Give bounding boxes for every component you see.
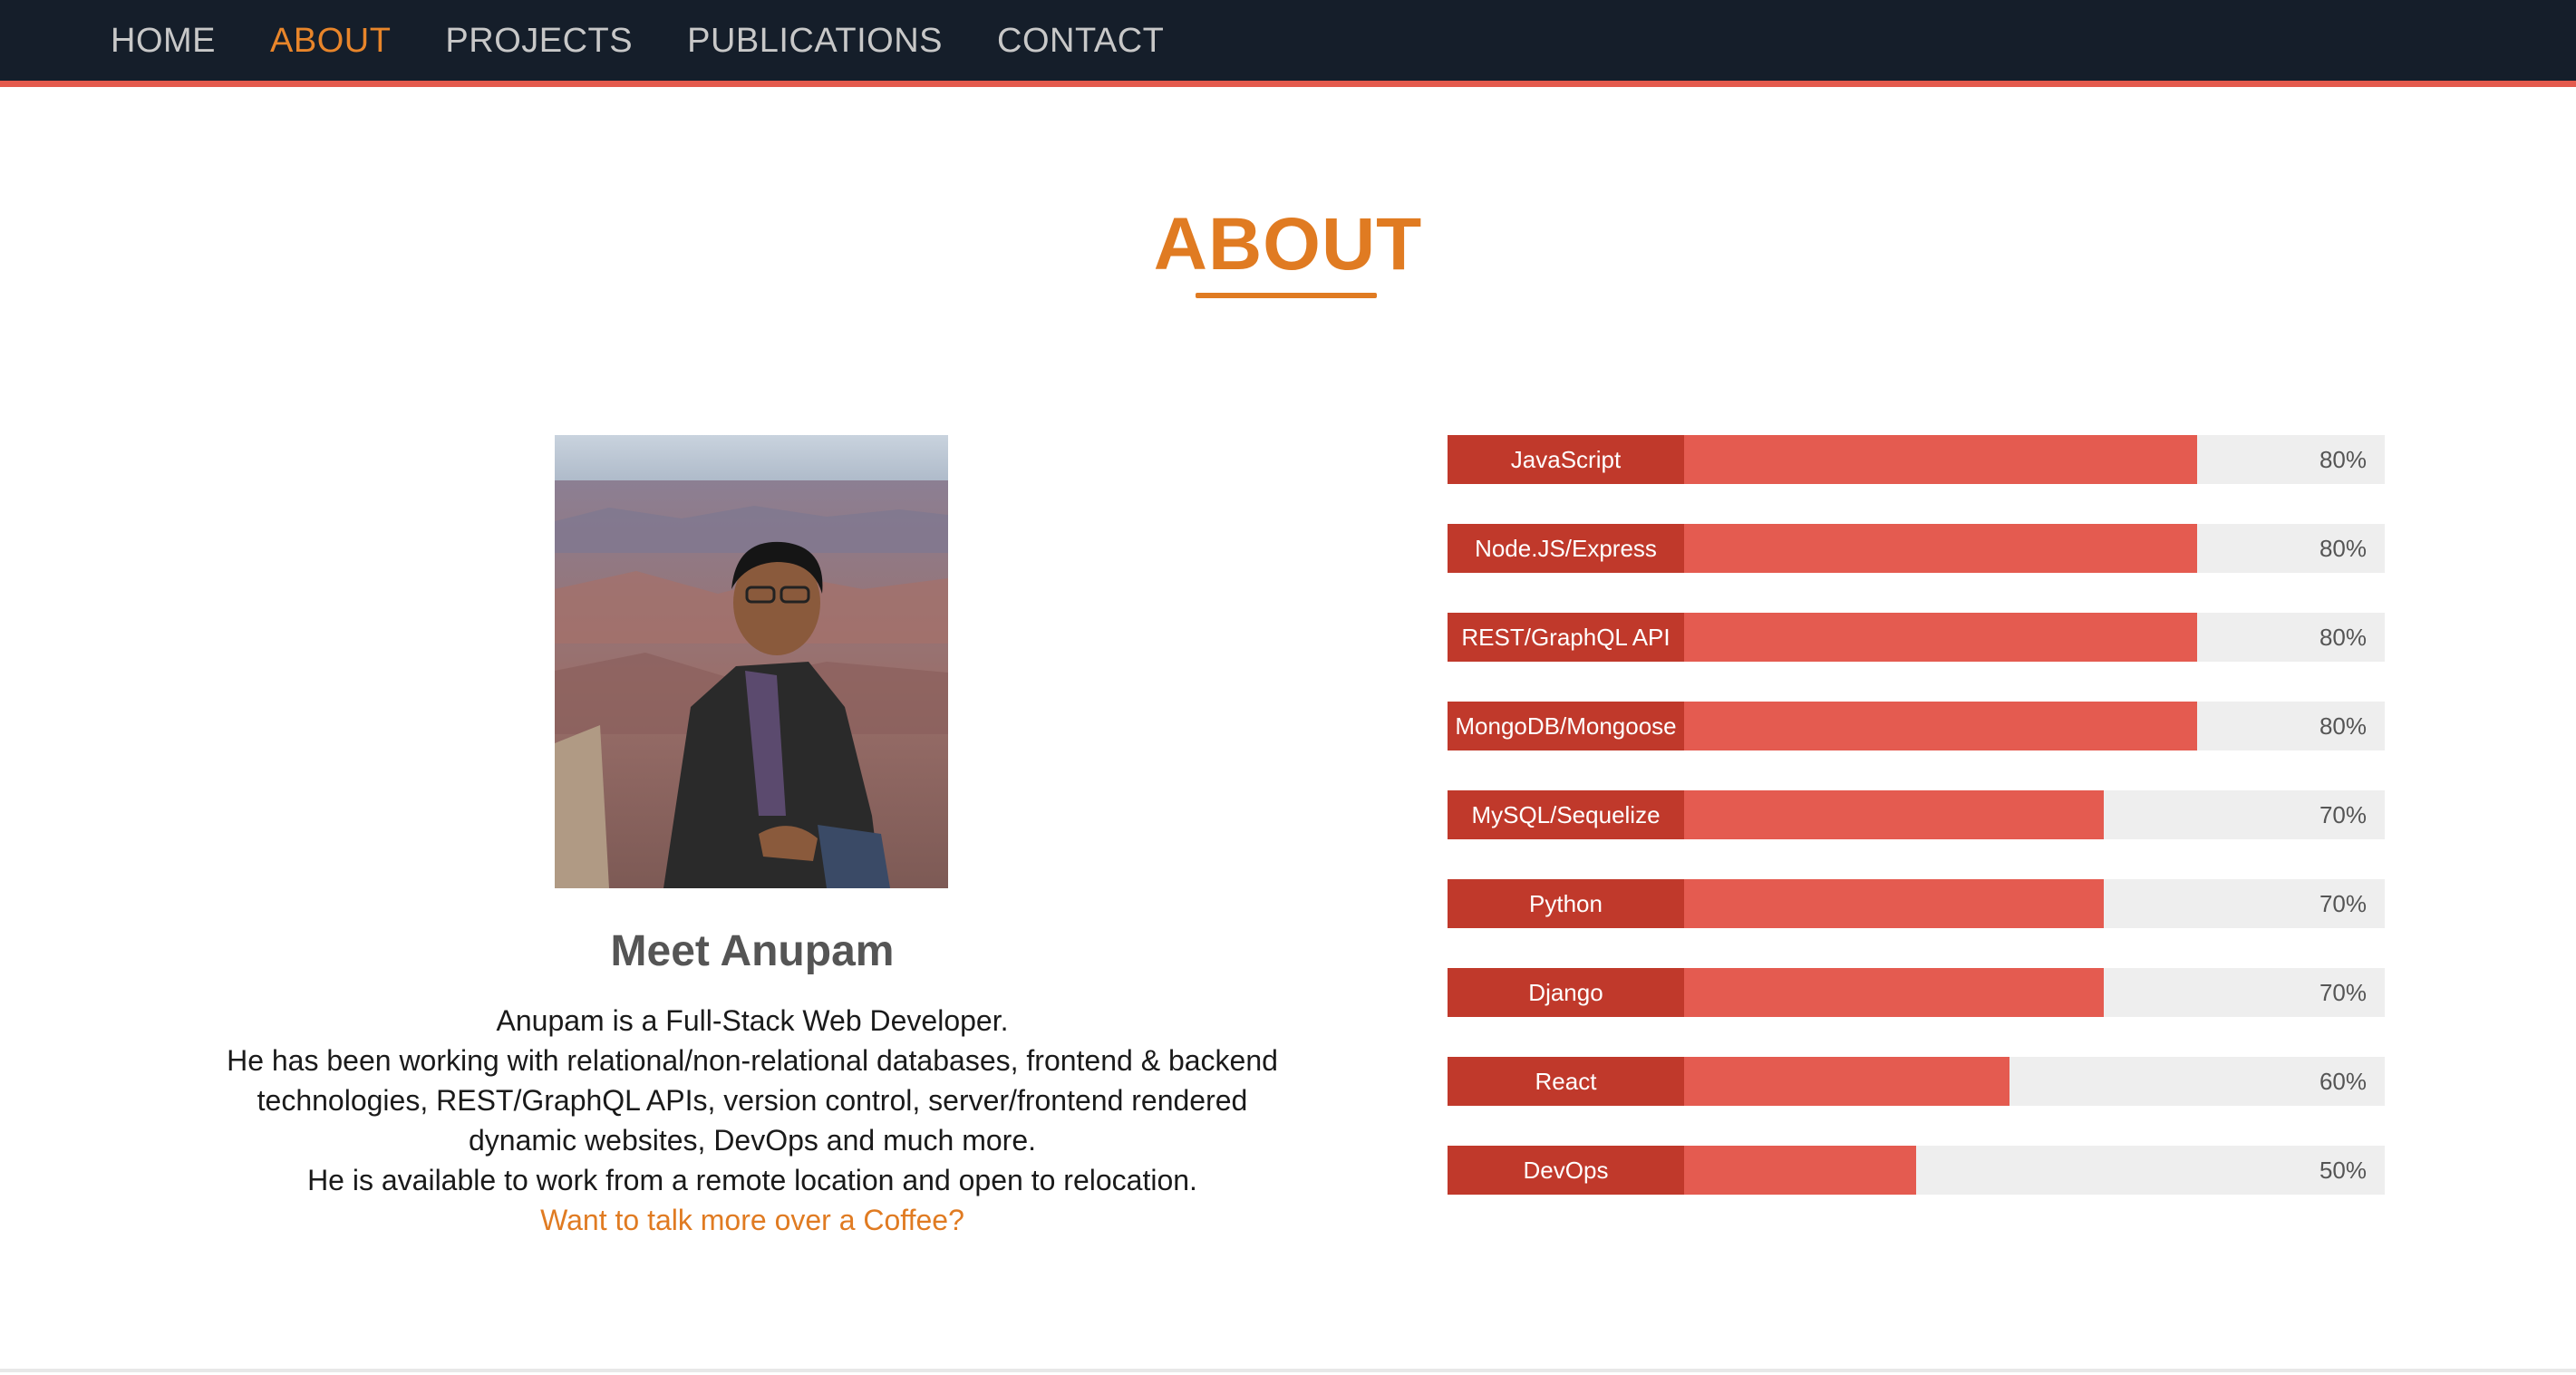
skill-label: Node.JS/Express [1448, 524, 1684, 573]
bio-line-2: He has been working with relational/non-… [227, 1044, 1278, 1157]
skill-label: Python [1448, 879, 1684, 928]
title-underline [1196, 293, 1377, 298]
skill-bar: Python 70% [1448, 879, 2385, 928]
nav-link-about[interactable]: ABOUT [270, 20, 391, 62]
skill-label: Django [1448, 968, 1684, 1017]
skill-percent: 80% [2319, 624, 2367, 651]
bio-line-1: Anupam is a Full-Stack Web Developer. [496, 1004, 1009, 1037]
skill-label: JavaScript [1448, 435, 1684, 484]
nav-link-projects[interactable]: PROJECTS [445, 20, 633, 62]
skill-percent: 50% [2319, 1157, 2367, 1184]
skill-bar: REST/GraphQL API 80% [1448, 613, 2385, 662]
skill-bar: Node.JS/Express 80% [1448, 524, 2385, 573]
skill-label: MySQL/Sequelize [1448, 790, 1684, 839]
skill-percent: 70% [2319, 801, 2367, 828]
nav-link-publications[interactable]: PUBLICATIONS [687, 20, 943, 62]
meet-heading: Meet Anupam [610, 927, 895, 975]
skill-bar: Django 70% [1448, 968, 2385, 1017]
section-title: ABOUT [1153, 203, 1423, 286]
skill-percent: 70% [2319, 979, 2367, 1006]
skill-bar: MySQL/Sequelize 70% [1448, 790, 2385, 839]
bio-line-3: He is available to work from a remote lo… [307, 1164, 1197, 1196]
skill-bar: MongoDB/Mongoose 80% [1448, 702, 2385, 750]
footer-divider [0, 1369, 2576, 1372]
skill-percent: 80% [2319, 712, 2367, 740]
skill-percent: 60% [2319, 1068, 2367, 1095]
skill-label: MongoDB/Mongoose [1448, 702, 1684, 750]
skill-label: REST/GraphQL API [1448, 613, 1684, 662]
skill-bar: DevOps 50% [1448, 1146, 2385, 1195]
skill-percent: 80% [2319, 446, 2367, 473]
coffee-link[interactable]: Want to talk more over a Coffee? [540, 1204, 964, 1236]
nav-links: HOME ABOUT PROJECTS PUBLICATIONS CONTACT [111, 20, 1164, 62]
skill-label: React [1448, 1057, 1684, 1106]
bio-text: Anupam is a Full-Stack Web Developer. He… [208, 1001, 1296, 1240]
skill-percent: 70% [2319, 890, 2367, 917]
skills-list: JavaScript 80% Node.JS/Express 80% REST/… [1448, 435, 2385, 1235]
profile-photo [555, 435, 948, 888]
top-navbar: HOME ABOUT PROJECTS PUBLICATIONS CONTACT [0, 0, 2576, 87]
nav-link-home[interactable]: HOME [111, 20, 216, 62]
skill-bar: JavaScript 80% [1448, 435, 2385, 484]
skill-percent: 80% [2319, 535, 2367, 562]
skill-bar: React 60% [1448, 1057, 2385, 1106]
skill-label: DevOps [1448, 1146, 1684, 1195]
nav-link-contact[interactable]: CONTACT [997, 20, 1164, 62]
